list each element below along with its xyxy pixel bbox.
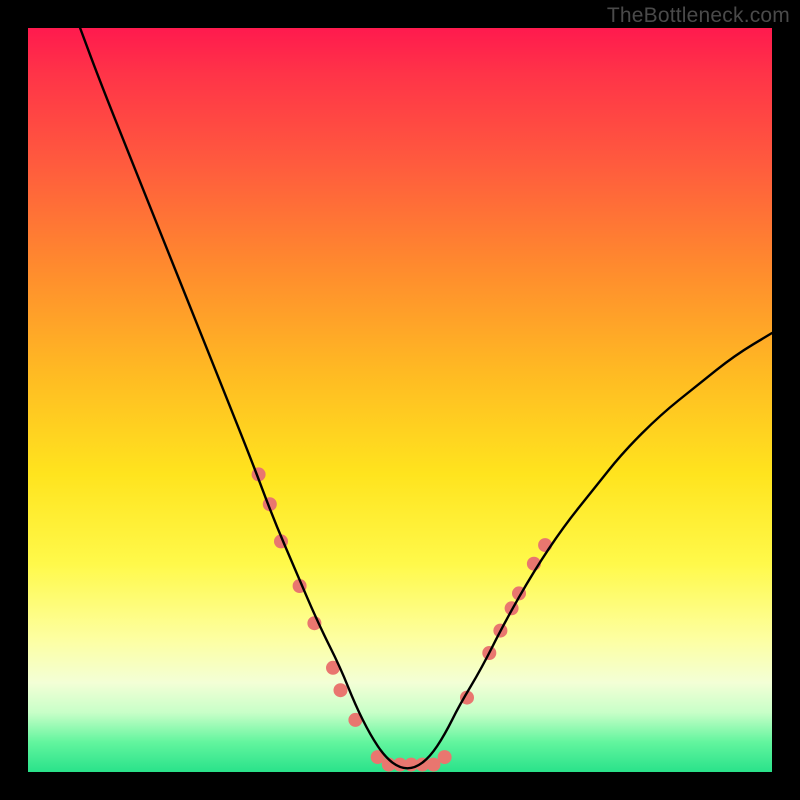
plot-area: [28, 28, 772, 772]
data-marker: [438, 750, 452, 764]
bottleneck-curve: [80, 28, 772, 768]
chart-svg: [28, 28, 772, 772]
watermark-text: TheBottleneck.com: [607, 4, 790, 28]
data-marker: [334, 683, 348, 697]
chart-frame: TheBottleneck.com: [0, 0, 800, 800]
